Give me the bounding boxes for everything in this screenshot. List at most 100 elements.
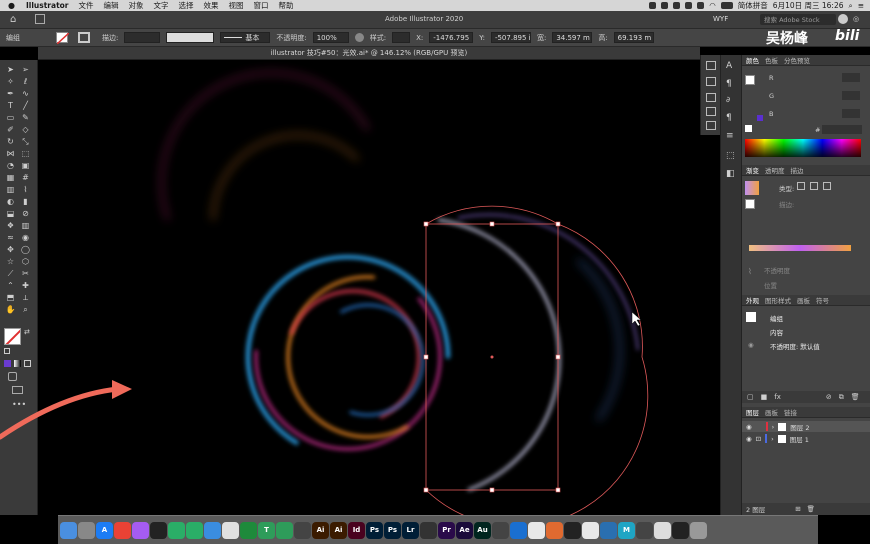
visibility-eye-icon[interactable]: ◉ (748, 341, 754, 349)
dock-app-icon[interactable]: Au (474, 521, 491, 539)
menu-file[interactable]: 文件 (74, 0, 99, 11)
appearance-contents-label[interactable]: 内容 (770, 327, 783, 337)
tab-artboards[interactable]: 画板 (797, 295, 810, 305)
stroke-swatch[interactable] (78, 32, 90, 43)
menu-extra-icon[interactable]: ≡ (858, 1, 864, 10)
clock[interactable]: 6月10日 周三 16:26 (773, 0, 844, 11)
tab-layers-artboards[interactable]: 画板 (765, 407, 778, 417)
dock-app-icon[interactable] (654, 521, 671, 539)
dock-app-icon[interactable] (672, 521, 689, 539)
dock-app-icon[interactable]: Lr (402, 521, 419, 539)
purple-color-icon[interactable] (757, 115, 763, 121)
direct-selection-tool-icon[interactable]: ➢ (20, 64, 31, 75)
dock-app-icon[interactable] (132, 521, 149, 539)
lasso-tool-icon[interactable]: ℓ (20, 76, 31, 87)
magic-wand-tool-icon[interactable]: ✧ (5, 76, 16, 87)
dock-app-icon[interactable] (78, 521, 95, 539)
share-icon[interactable]: ◎ (853, 15, 859, 23)
dock-app-icon[interactable] (636, 521, 653, 539)
color-spectrum[interactable] (745, 139, 861, 157)
shape-builder-tool-icon[interactable]: ◔ (5, 160, 16, 171)
width-field[interactable]: 34.597 m (552, 32, 593, 43)
status-icon[interactable] (685, 2, 693, 9)
dock-app-icon[interactable]: Ps (384, 521, 401, 539)
dock-app-icon[interactable] (186, 521, 203, 539)
color-mode-icon[interactable] (4, 360, 11, 367)
perspective-grid-tool-icon[interactable]: ▦ (5, 172, 16, 183)
tab-color[interactable]: 颜色 (746, 55, 759, 65)
panel-icon[interactable] (706, 77, 716, 86)
star-tool-icon[interactable]: ☆ (5, 256, 16, 267)
paragraph-panel-icon[interactable]: ¶ (726, 79, 732, 89)
tab-stroke[interactable]: 描边 (791, 165, 804, 175)
dock-app-icon[interactable] (222, 521, 239, 539)
menu-window[interactable]: 窗口 (249, 0, 274, 11)
wifi-icon[interactable]: ◠ (709, 1, 716, 10)
dock-app-icon[interactable]: Id (348, 521, 365, 539)
print-tiling-tool-icon[interactable]: ⬒ (5, 292, 16, 303)
dock-app-icon[interactable]: T (258, 521, 275, 539)
stock-search-input[interactable]: 搜索 Adobe Stock (760, 14, 836, 25)
handle-middle-left[interactable] (423, 354, 429, 360)
dock-app-icon[interactable] (546, 521, 563, 539)
appearance-opacity-label[interactable]: 不透明度: 默认值 (770, 341, 820, 351)
rotate-tool-icon[interactable]: ↻ (5, 136, 16, 147)
user-avatar-icon[interactable] (838, 14, 848, 24)
graphic-style-field[interactable] (392, 32, 411, 43)
shaper-tool-icon[interactable]: ✐ (5, 124, 16, 135)
menu-help[interactable]: 帮助 (274, 0, 299, 11)
panel-icon[interactable] (706, 93, 716, 102)
document-tab[interactable]: illustrator 技巧#50：光效.ai* @ 146.12% (RGB/… (38, 47, 700, 60)
hex-field[interactable] (822, 125, 862, 134)
paintbrush-tool-icon[interactable]: ✎ (20, 112, 31, 123)
layer-name[interactable]: 图层 2 (790, 422, 809, 432)
line-tool-icon[interactable]: ╱ (20, 100, 31, 111)
selection-tool-icon[interactable]: ➤ (5, 64, 16, 75)
dock-app-icon[interactable]: Ai (330, 521, 347, 539)
layer-row[interactable]: ◉ ⊡ › 图层 1 (742, 433, 870, 444)
gradient-slider[interactable] (749, 245, 851, 251)
dock-app-icon[interactable] (492, 521, 509, 539)
status-icon[interactable] (673, 2, 681, 9)
live-paint-tool-icon[interactable]: ▣ (20, 160, 31, 171)
workspace-switcher-icon[interactable] (35, 14, 45, 24)
tab-symbols[interactable]: 符号 (816, 295, 829, 305)
hand-tool-icon[interactable]: ✋ (5, 304, 16, 315)
dock-app-icon[interactable] (582, 521, 599, 539)
clear-appearance-icon[interactable]: ⊘ (826, 393, 832, 401)
dock-app-icon[interactable] (600, 521, 617, 539)
battery-icon[interactable] (720, 2, 733, 9)
channel-g-field[interactable] (842, 91, 860, 100)
blend-tool-icon[interactable]: ◐ (5, 196, 16, 207)
tab-layers[interactable]: 图层 (746, 407, 759, 417)
tab-transparency[interactable]: 透明度 (765, 165, 785, 175)
selection-bounding-box[interactable] (423, 205, 649, 515)
menu-type[interactable]: 文字 (149, 0, 174, 11)
column-graph-tool-icon[interactable]: ▥ (20, 220, 31, 231)
dock-app-icon[interactable] (60, 521, 77, 539)
dock-app-icon[interactable]: Ps (366, 521, 383, 539)
handle-top-center[interactable] (489, 221, 495, 227)
pen-tool-icon[interactable]: ✒ (5, 88, 16, 99)
none-color-icon[interactable] (745, 125, 752, 132)
measure-tool-icon[interactable]: ⟂ (20, 292, 31, 303)
menu-view[interactable]: 视图 (224, 0, 249, 11)
dock-app-icon[interactable] (564, 521, 581, 539)
dock-app-icon[interactable]: A (96, 521, 113, 539)
opentype-panel-icon[interactable]: ∂ (726, 95, 730, 104)
type-tool-icon[interactable]: T (5, 100, 16, 111)
linear-gradient-button[interactable] (797, 182, 805, 190)
free-transform-tool-icon[interactable]: ⬚ (20, 148, 31, 159)
rectangle-tool-icon[interactable]: ▭ (5, 112, 16, 123)
character-panel-icon[interactable]: A (726, 61, 732, 71)
record-icon[interactable] (649, 2, 657, 9)
layer-lock-icon[interactable]: ⊡ (756, 435, 761, 443)
menu-select[interactable]: 选择 (174, 0, 199, 11)
channel-b-field[interactable] (842, 109, 860, 118)
zoom-tool-icon[interactable]: ⌕ (20, 304, 31, 315)
layer-visibility-icon[interactable]: ◉ (746, 423, 752, 431)
workspace-menu[interactable]: WYF (713, 15, 728, 23)
handle-top-left[interactable] (423, 221, 429, 227)
symbol-sprayer-tool-icon[interactable]: ❖ (5, 220, 16, 231)
tab-separations[interactable]: 分色预览 (784, 55, 810, 65)
